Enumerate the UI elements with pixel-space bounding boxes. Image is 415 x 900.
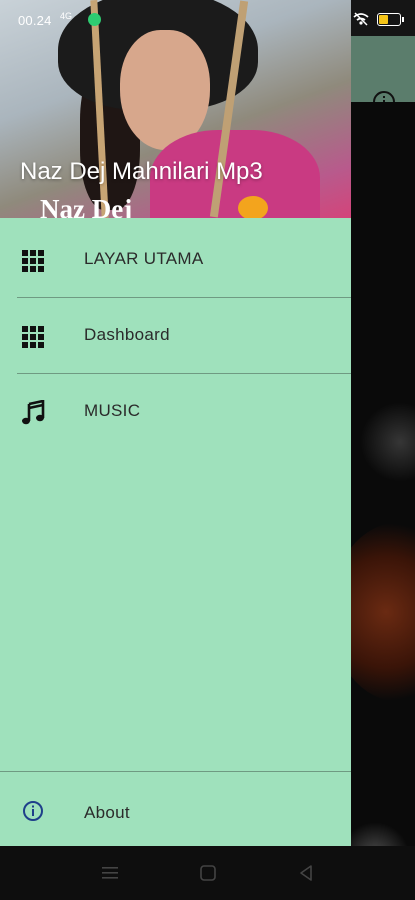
wifi-off-icon: [353, 12, 369, 26]
menu-item-dashboard[interactable]: Dashboard: [0, 298, 351, 374]
navigation-drawer: Naz Dej Mahnilari Mp3 Naz Dej LAYAR UTAM…: [0, 0, 351, 846]
status-time: 00.24: [18, 13, 52, 28]
status-bar: 00.24 4G: [0, 0, 415, 36]
grid-icon: [22, 326, 44, 348]
menu-item-layar-utama[interactable]: LAYAR UTAMA: [0, 222, 351, 298]
menu-item-label: Dashboard: [84, 325, 170, 344]
network-indicator: 4G: [60, 11, 73, 21]
menu-item-label: LAYAR UTAMA: [84, 249, 204, 268]
menu-item-label: MUSIC: [84, 401, 141, 420]
header-image: [238, 196, 268, 218]
grid-icon: [22, 250, 44, 272]
header-image-text: Naz Dej: [40, 194, 133, 218]
system-nav-bar: [0, 846, 415, 900]
status-right: [353, 12, 404, 26]
battery-icon: [377, 12, 404, 26]
back-icon[interactable]: [296, 863, 316, 883]
background-glow: [360, 402, 415, 482]
divider: [0, 771, 351, 772]
notification-app-icon: [88, 13, 101, 26]
menu-item-label: About: [84, 803, 130, 822]
home-icon[interactable]: [198, 863, 218, 883]
music-note-icon: [22, 400, 45, 425]
info-icon: [23, 801, 43, 821]
battery-level: [379, 14, 388, 24]
menu-icon[interactable]: [100, 863, 120, 883]
menu-item-music[interactable]: MUSIC: [0, 374, 351, 450]
menu-item-about[interactable]: About: [0, 773, 351, 849]
drawer-header-title: Naz Dej Mahnilari Mp3: [20, 158, 263, 185]
